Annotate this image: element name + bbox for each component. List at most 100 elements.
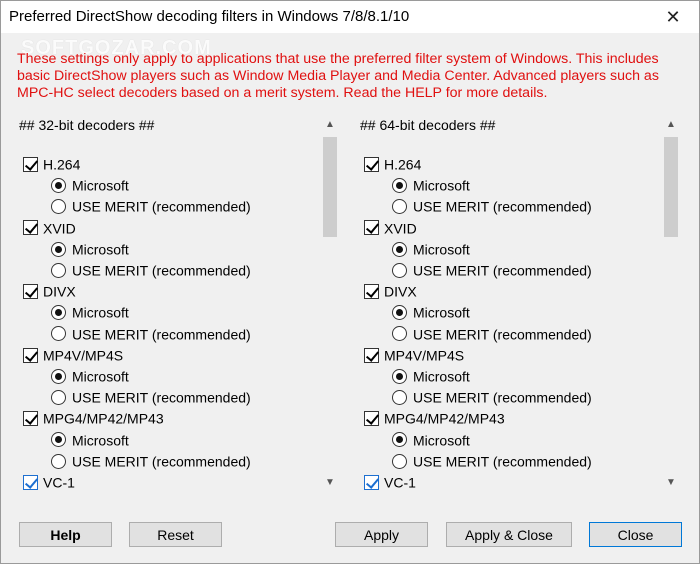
codec-checkbox-row[interactable]: H.264 — [23, 155, 80, 175]
radio-icon[interactable] — [51, 305, 66, 321]
codec-checkbox-row[interactable]: XVID — [364, 219, 417, 239]
radio-icon[interactable] — [392, 453, 407, 469]
decoder-radio-option[interactable]: Microsoft — [51, 367, 129, 387]
decoder-radio-option[interactable]: Microsoft — [51, 240, 129, 260]
decoder-radio-option[interactable]: Microsoft — [392, 303, 470, 323]
scroll-thumb[interactable] — [323, 137, 337, 237]
decoder-radio-option[interactable]: Microsoft — [51, 176, 129, 196]
apply-and-close-button[interactable]: Apply & Close — [446, 522, 572, 547]
radio-icon[interactable] — [392, 389, 407, 405]
radio-icon[interactable] — [392, 368, 407, 384]
radio-label: USE MERIT (recommended) — [72, 325, 251, 342]
decoder-radio-option[interactable]: USE MERIT (recommended) — [392, 261, 592, 281]
decoder-radio-option[interactable]: Microsoft — [392, 240, 470, 260]
scroll-down-icon[interactable]: ▼ — [321, 473, 339, 491]
codec-checkbox-row[interactable]: MP4V/MP4S — [23, 346, 123, 366]
checkbox-icon[interactable] — [23, 220, 38, 236]
scroll-down-icon[interactable]: ▼ — [662, 473, 680, 491]
codec-label: VC-1 — [43, 474, 75, 491]
checkbox-icon[interactable] — [23, 474, 38, 490]
scroll-thumb[interactable] — [664, 137, 678, 237]
decoder-radio-option[interactable]: Microsoft — [51, 303, 129, 323]
radio-label: Microsoft — [413, 431, 470, 448]
codec-label: XVID — [384, 219, 417, 236]
window-title: Preferred DirectShow decoding filters in… — [9, 8, 410, 25]
codec-checkbox-row[interactable]: XVID — [23, 219, 76, 239]
checkbox-icon[interactable] — [364, 156, 379, 172]
codec-label: MPG4/MP42/MP43 — [384, 410, 505, 427]
codec-checkbox-row[interactable]: DIVX — [364, 282, 417, 302]
title-bar: Preferred DirectShow decoding filters in… — [1, 1, 699, 33]
codec-label: XVID — [43, 219, 76, 236]
decoder-radio-option[interactable]: USE MERIT (recommended) — [392, 452, 592, 472]
radio-icon[interactable] — [51, 199, 66, 215]
scrollbar-64bit[interactable]: ▲ ▼ — [662, 113, 680, 493]
radio-icon[interactable] — [51, 368, 66, 384]
checkbox-icon[interactable] — [23, 156, 38, 172]
radio-icon[interactable] — [51, 177, 66, 193]
notice-text: These settings only apply to application… — [17, 51, 659, 101]
checkbox-icon[interactable] — [364, 411, 379, 427]
radio-icon[interactable] — [51, 262, 66, 278]
radio-icon[interactable] — [392, 305, 407, 321]
checkbox-icon[interactable] — [364, 283, 379, 299]
codec-label: MPG4/MP42/MP43 — [43, 410, 164, 427]
codec-checkbox-row[interactable]: MPG4/MP42/MP43 — [364, 409, 505, 429]
radio-icon[interactable] — [392, 432, 407, 448]
radio-icon[interactable] — [51, 432, 66, 448]
radio-label: USE MERIT (recommended) — [72, 453, 251, 470]
radio-icon[interactable] — [51, 241, 66, 257]
decoder-radio-option[interactable]: Microsoft — [392, 176, 470, 196]
apply-button[interactable]: Apply — [335, 522, 428, 547]
decoder-radio-option[interactable]: USE MERIT (recommended) — [51, 388, 251, 408]
checkbox-icon[interactable] — [364, 474, 379, 490]
scroll-up-icon[interactable]: ▲ — [321, 115, 339, 133]
reset-button[interactable]: Reset — [129, 522, 222, 547]
checkbox-icon[interactable] — [364, 347, 379, 363]
close-button[interactable]: Close — [589, 522, 682, 547]
codec-label: H.264 — [43, 156, 81, 173]
codec-checkbox-row[interactable]: H.264 — [364, 155, 421, 175]
checkbox-icon[interactable] — [23, 283, 38, 299]
codec-checkbox-row[interactable]: VC-1 — [23, 473, 75, 493]
radio-icon[interactable] — [392, 199, 407, 215]
radio-icon[interactable] — [392, 177, 407, 193]
radio-label: USE MERIT (recommended) — [72, 198, 251, 215]
decoder-radio-option[interactable]: USE MERIT (recommended) — [392, 388, 592, 408]
radio-label: Microsoft — [72, 177, 129, 194]
codec-checkbox-row[interactable]: VC-1 — [364, 473, 416, 493]
decoder-radio-option[interactable]: USE MERIT (recommended) — [392, 197, 592, 217]
decoder-radio-option[interactable]: USE MERIT (recommended) — [392, 325, 592, 345]
radio-icon[interactable] — [51, 326, 66, 342]
radio-label: USE MERIT (recommended) — [72, 262, 251, 279]
checkbox-icon[interactable] — [23, 411, 38, 427]
close-icon[interactable]: ✕ — [653, 1, 693, 33]
decoder-radio-option[interactable]: Microsoft — [392, 367, 470, 387]
decoder-radio-option[interactable]: Microsoft — [392, 431, 470, 451]
help-button[interactable]: Help — [19, 522, 112, 547]
radio-icon[interactable] — [51, 453, 66, 469]
scroll-up-icon[interactable]: ▲ — [662, 115, 680, 133]
scrollbar-32bit[interactable]: ▲ ▼ — [321, 113, 339, 493]
codec-label: H.264 — [384, 156, 422, 173]
decoder-radio-option[interactable]: USE MERIT (recommended) — [51, 325, 251, 345]
codec-checkbox-row[interactable]: DIVX — [23, 282, 76, 302]
codec-label: DIVX — [43, 283, 76, 300]
radio-icon[interactable] — [51, 389, 66, 405]
radio-label: Microsoft — [72, 304, 129, 321]
radio-icon[interactable] — [392, 326, 407, 342]
radio-label: USE MERIT (recommended) — [72, 389, 251, 406]
pane-header-32bit: ## 32-bit decoders ## — [19, 117, 155, 133]
decoder-radio-option[interactable]: USE MERIT (recommended) — [51, 197, 251, 217]
radio-icon[interactable] — [392, 241, 407, 257]
checkbox-icon[interactable] — [23, 347, 38, 363]
radio-label: USE MERIT (recommended) — [413, 262, 592, 279]
decoder-radio-option[interactable]: USE MERIT (recommended) — [51, 452, 251, 472]
codec-checkbox-row[interactable]: MP4V/MP4S — [364, 346, 464, 366]
codec-checkbox-row[interactable]: MPG4/MP42/MP43 — [23, 409, 164, 429]
decoder-radio-option[interactable]: USE MERIT (recommended) — [51, 261, 251, 281]
checkbox-icon[interactable] — [364, 220, 379, 236]
radio-label: Microsoft — [413, 304, 470, 321]
decoder-radio-option[interactable]: Microsoft — [51, 431, 129, 451]
radio-icon[interactable] — [392, 262, 407, 278]
